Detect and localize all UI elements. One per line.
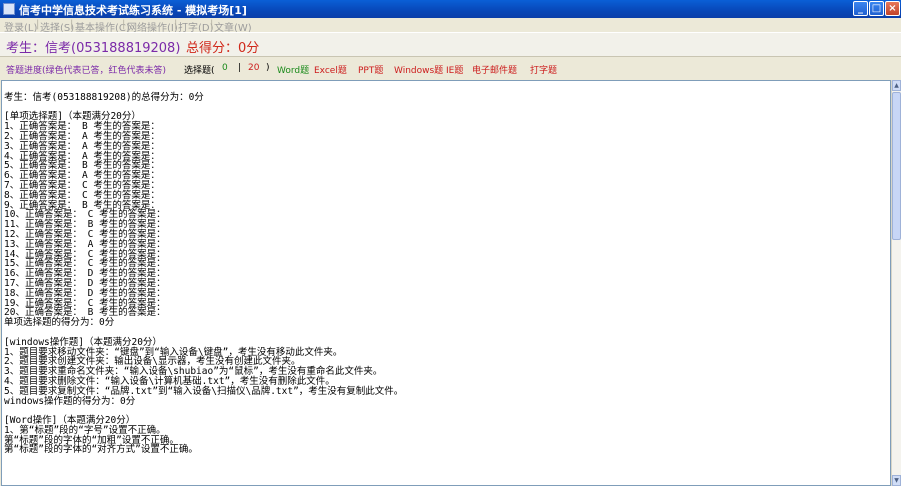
score-report-text: 考生：信考(053188819208)的总得分为：0分 [单项选择题]（本题满分2… — [4, 83, 874, 455]
windows-question-link[interactable]: Windows题 — [394, 63, 443, 76]
student-header: 考生：信考(053188819208) 总得分：0分 — [0, 32, 901, 57]
typing-question-link[interactable]: 打字题 — [530, 63, 557, 76]
choice-done-count: 0 — [222, 63, 228, 73]
menu-bar: 登录(L) | 选择(S) | 基本操作(C) | 网络操作(I) | 打字(D… — [0, 18, 901, 34]
report-line: 考生：信考(053188819208)的总得分为：0分 — [4, 91, 204, 103]
word-question-link[interactable]: Word题 — [277, 63, 309, 76]
menu-separator: | — [174, 19, 178, 30]
vertical-scrollbar[interactable]: ▲ ▼ — [891, 80, 901, 486]
total-score: 总得分：0分 — [186, 41, 260, 56]
report-line: 20、正确答案是： B 考生的答案是： — [4, 307, 166, 319]
choice-total-count: 20 — [248, 63, 260, 73]
scroll-thumb[interactable] — [892, 92, 901, 240]
window-title: 信考中学信息技术考试练习系统 - 模拟考场[1] — [19, 4, 247, 17]
question-bar: 答题进度(绿色代表已答，红色代表未答) 选择题( 0 | 20 ) Word题 … — [0, 57, 901, 79]
minimize-button[interactable]: _ — [853, 1, 868, 16]
title-bar: 信考中学信息技术考试练习系统 - 模拟考场[1] _ □ × — [0, 0, 901, 18]
menu-separator: | — [122, 19, 126, 30]
choice-label[interactable]: 选择题( — [184, 63, 215, 76]
excel-question-link[interactable]: Excel题 — [314, 63, 347, 76]
maximize-button[interactable]: □ — [869, 1, 884, 16]
scroll-up-arrow-icon[interactable]: ▲ — [892, 80, 901, 91]
progress-legend: 答题进度(绿色代表已答，红色代表未答) — [6, 66, 167, 76]
menu-separator: | — [36, 19, 40, 30]
report-line: 第“标题”段的字体的“对齐方式”设置不正确。 — [4, 444, 198, 456]
menu-separator: | — [70, 19, 74, 30]
ie-question-link[interactable]: IE题 — [446, 63, 463, 76]
report-line: 单项选择题的得分为：0分 — [4, 317, 115, 329]
scroll-down-arrow-icon[interactable]: ▼ — [892, 475, 901, 486]
report-line: windows操作题的得分为：0分 — [4, 395, 136, 407]
choice-separator: | — [238, 63, 242, 73]
close-button[interactable]: × — [885, 1, 900, 16]
ppt-question-link[interactable]: PPT题 — [358, 63, 383, 76]
score-report-textarea[interactable]: 考生：信考(053188819208)的总得分为：0分 [单项选择题]（本题满分2… — [1, 80, 891, 486]
menu-separator: | — [210, 19, 214, 30]
email-question-link[interactable]: 电子邮件题 — [472, 63, 517, 76]
student-info: 考生：信考(053188819208) — [6, 41, 181, 56]
app-icon — [3, 3, 15, 15]
choice-close: ) — [266, 63, 270, 73]
